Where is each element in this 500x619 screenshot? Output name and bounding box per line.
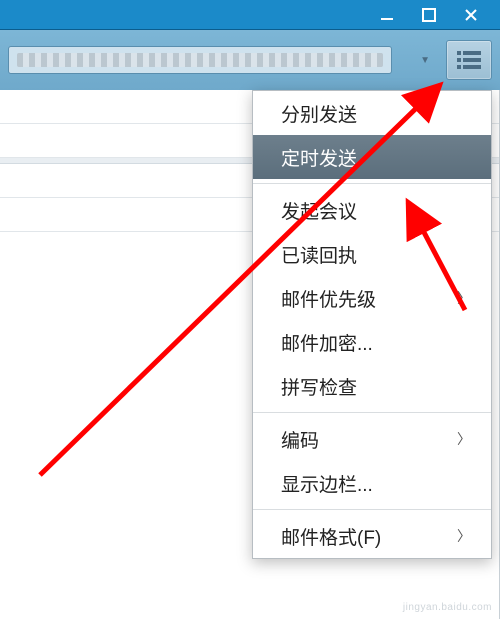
chevron-right-icon: 〉 — [457, 429, 471, 449]
account-label — [17, 53, 383, 67]
chevron-right-icon: 〉 — [457, 526, 471, 546]
account-dropdown[interactable] — [8, 46, 392, 74]
menu-item[interactable]: 已读回执 — [253, 232, 491, 276]
menu-item[interactable]: 分别发送 — [253, 91, 491, 135]
maximize-button[interactable] — [420, 6, 438, 24]
menu-item-label: 已读回执 — [281, 241, 357, 268]
menu-item-label: 分别发送 — [281, 100, 357, 127]
menu-item[interactable]: 编码 〉 — [253, 417, 491, 461]
menu-item-label: 邮件优先级 — [281, 285, 376, 312]
menu-separator — [253, 183, 491, 184]
options-menu: 分别发送定时发送发起会议已读回执邮件优先级〉邮件加密...拼写检查编码〉显示边栏… — [252, 90, 492, 559]
account-caret-icon[interactable]: ▼ — [416, 51, 434, 70]
menu-item-label: 拼写检查 — [281, 373, 357, 400]
menu-item-label: 编码 — [281, 426, 319, 453]
menu-separator — [253, 509, 491, 510]
menu-item[interactable]: 发起会议 — [253, 188, 491, 232]
menu-item-label: 邮件格式(F) — [281, 523, 381, 550]
menu-item-label: 显示边栏... — [281, 470, 373, 497]
minimize-button[interactable] — [378, 6, 396, 24]
menu-item-label: 邮件加密... — [281, 329, 373, 356]
close-button[interactable] — [462, 6, 480, 24]
menu-item[interactable]: 邮件加密... — [253, 320, 491, 364]
watermark: jingyan.baidu.com — [403, 602, 492, 613]
menu-item[interactable]: 定时发送 — [253, 135, 491, 179]
window-titlebar — [0, 0, 500, 30]
chevron-right-icon: 〉 — [457, 288, 471, 308]
menu-item[interactable]: 邮件格式(F) 〉 — [253, 514, 491, 558]
list-icon — [457, 51, 481, 69]
menu-item-label: 发起会议 — [281, 197, 357, 224]
menu-item[interactable]: 邮件优先级 〉 — [253, 276, 491, 320]
options-menu-button[interactable] — [446, 40, 492, 80]
menu-separator — [253, 412, 491, 413]
menu-item-label: 定时发送 — [281, 144, 357, 171]
menu-item[interactable]: 显示边栏... — [253, 461, 491, 505]
menu-item[interactable]: 拼写检查 — [253, 364, 491, 408]
toolbar: ▼ — [0, 30, 500, 90]
